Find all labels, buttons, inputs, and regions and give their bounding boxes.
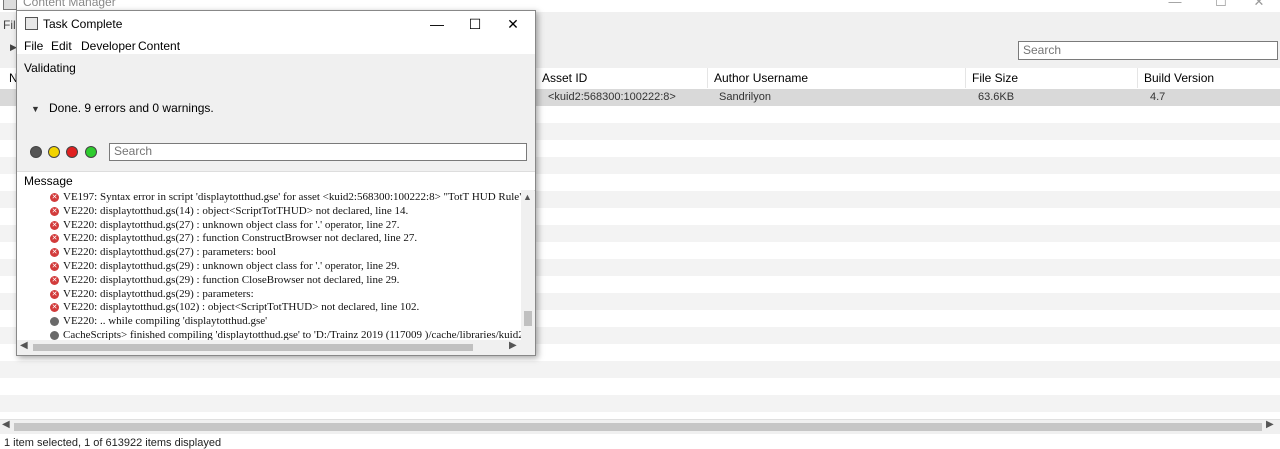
info-icon (50, 331, 59, 340)
message-list: ✕ VE197: Syntax error in script 'displayt… (17, 190, 521, 340)
task-complete-dialog: Task Complete — ☐ ✕ File Edit Developer … (16, 10, 536, 356)
empty-row (0, 361, 1280, 378)
column-header-file-size[interactable]: File Size (965, 68, 1136, 88)
menu-content[interactable]: Content (138, 39, 180, 53)
scroll-left-icon[interactable]: ◀ (2, 419, 10, 430)
cell-file-size: 63.6KB (978, 91, 1015, 103)
menu-file[interactable]: File (24, 39, 43, 53)
scroll-up-icon[interactable]: ▲ (523, 192, 532, 202)
filter-green-dot-icon[interactable] (85, 146, 97, 158)
filter-yellow-dot-icon[interactable] (48, 146, 60, 158)
status-bar-text: 1 item selected, 1 of 613922 items displ… (4, 437, 222, 449)
background-search-box[interactable] (1018, 41, 1278, 60)
message-text: VE220: displaytotthud.gs(27) : unknown o… (63, 218, 400, 231)
filter-red-dot-icon[interactable] (66, 146, 78, 158)
message-text: VE220: displaytotthud.gs(29) : function … (63, 273, 400, 286)
scroll-right-icon[interactable]: ▶ (509, 340, 517, 351)
message-column-header[interactable]: Message (17, 171, 535, 191)
message-text: VE220: displaytotthud.gs(27) : function … (63, 232, 418, 245)
error-icon: ✕ (50, 234, 59, 244)
message-text: VE220: .. while compiling 'displaytotthu… (63, 315, 268, 328)
message-text: VE220: displaytotthud.gs(29) : unknown o… (63, 260, 400, 272)
cell-author: Sandrilyon (719, 91, 771, 103)
error-icon: ✕ (50, 262, 59, 271)
error-icon: ✕ (50, 289, 59, 299)
column-header-asset-id[interactable]: Asset ID (535, 68, 708, 88)
filter-gray-dot-icon[interactable] (30, 146, 42, 158)
scroll-left-icon[interactable]: ◀ (20, 340, 28, 351)
message-vertical-scrollbar[interactable]: ▲ (521, 190, 534, 340)
dialog-search-box[interactable] (109, 143, 527, 161)
error-icon: ✕ (50, 275, 59, 285)
error-icon: ✕ (50, 248, 59, 258)
message-horizontal-scrollbar[interactable]: ◀ ▶ (17, 340, 535, 354)
message-text: VE220: displaytotthud.gs(27) : parameter… (63, 246, 276, 259)
done-summary: Done. 9 errors and 0 warnings. (49, 101, 214, 115)
message-text: CacheScripts> finished compiling 'displa… (63, 329, 521, 340)
scroll-right-icon[interactable]: ▶ (1266, 419, 1274, 430)
column-header-author[interactable]: Author Username (707, 68, 962, 88)
close-icon[interactable]: ✕ (1236, 0, 1280, 12)
dialog-title: Task Complete (43, 17, 123, 31)
column-header-build-version[interactable]: Build Version (1137, 68, 1280, 88)
scroll-thumb[interactable] (524, 311, 532, 326)
error-icon: ✕ (50, 206, 59, 216)
info-icon (50, 317, 59, 327)
dialog-search-input[interactable] (110, 144, 514, 158)
validating-label: Validating (24, 61, 76, 75)
minimize-icon[interactable]: — (1152, 0, 1198, 12)
dialog-title-bar: Task Complete — ☐ ✕ (17, 11, 535, 36)
close-icon[interactable]: ✕ (494, 14, 532, 34)
background-window-title: Content Manager (23, 0, 116, 9)
collapse-arrow-icon[interactable]: ▼ (31, 104, 40, 114)
message-text: VE197: Syntax error in script 'displayto… (63, 191, 521, 203)
error-icon: ✕ (50, 303, 59, 313)
background-horizontal-scrollbar[interactable]: ◀ ▶ (0, 419, 1280, 434)
cell-build-version: 4.7 (1150, 91, 1166, 103)
background-search-input[interactable] (1019, 42, 1263, 57)
dialog-menu-bar: File Edit Developer Content (17, 36, 535, 54)
minimize-icon[interactable]: — (418, 14, 456, 34)
error-icon: ✕ (50, 193, 59, 202)
error-icon: ✕ (50, 220, 59, 230)
message-header-label: Message (24, 174, 73, 188)
maximize-icon[interactable]: ☐ (456, 14, 494, 34)
message-text: VE220: displaytotthud.gs(14) : object<Sc… (63, 204, 409, 217)
message-text: VE220: displaytotthud.gs(102) : object<S… (63, 301, 420, 314)
cell-asset-id: <kuid2:568300:100222:8> (548, 91, 676, 103)
message-text: VE220: displaytotthud.gs(29) : parameter… (63, 287, 254, 300)
empty-row (0, 395, 1280, 412)
scroll-thumb[interactable] (14, 423, 1262, 431)
app-icon (3, 0, 17, 10)
dialog-window-icon (25, 17, 38, 30)
menu-edit[interactable]: Edit (51, 39, 72, 53)
scroll-thumb[interactable] (33, 344, 473, 351)
menu-developer[interactable]: Developer (81, 39, 136, 53)
